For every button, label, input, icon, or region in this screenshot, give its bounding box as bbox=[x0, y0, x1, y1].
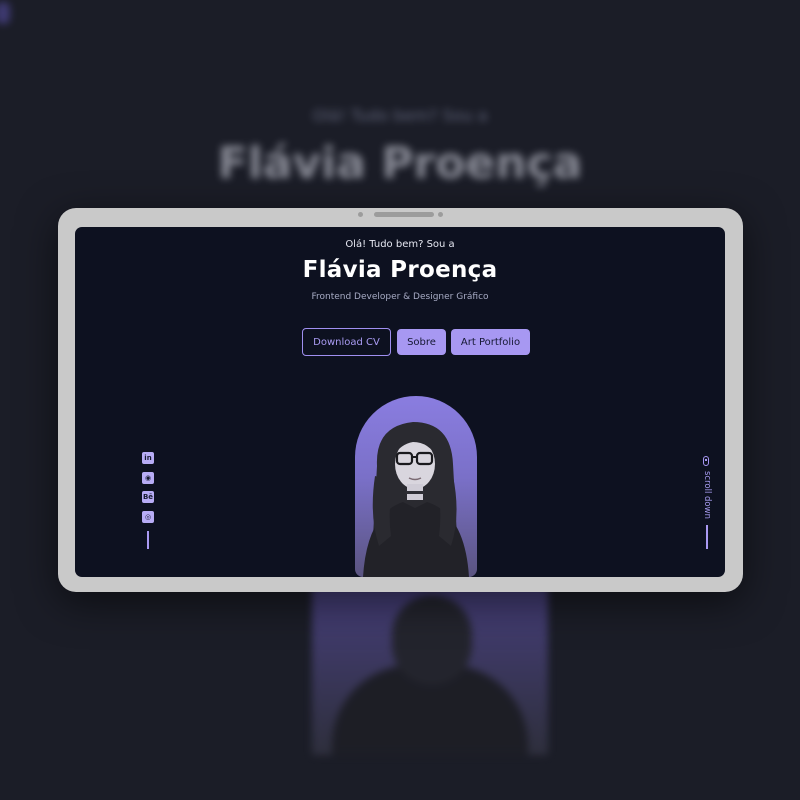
hero-name: Flávia Proença bbox=[302, 257, 498, 283]
speaker-grille bbox=[374, 212, 434, 217]
scroll-divider bbox=[706, 525, 708, 549]
sobre-button[interactable]: Sobre bbox=[397, 329, 446, 355]
camera-dot-icon bbox=[358, 212, 363, 217]
hero-greeting: Olá! Tudo bem? Sou a bbox=[345, 239, 455, 250]
social-divider bbox=[147, 531, 149, 549]
github-icon[interactable]: ◉ bbox=[142, 472, 154, 484]
instagram-icon[interactable]: ◎ bbox=[142, 511, 154, 523]
tablet-screen: Olá! Tudo bem? Sou a Flávia Proença Fron… bbox=[75, 227, 725, 577]
background-name: Flávia Proença bbox=[217, 138, 583, 189]
hero-role: Frontend Developer & Designer Gráfico bbox=[311, 292, 489, 302]
scroll-down-link[interactable]: scroll down bbox=[702, 457, 712, 533]
background-logo-icon bbox=[0, 2, 10, 24]
portrait-illustration bbox=[363, 422, 469, 577]
background-greeting: Olá! Tudo bem? Sou a bbox=[312, 106, 488, 125]
mockup-canvas: Olá! Tudo bem? Sou a Flávia Proença Olá!… bbox=[0, 0, 800, 800]
background-photo bbox=[312, 585, 548, 755]
art-portfolio-button[interactable]: Art Portfolio bbox=[451, 329, 530, 355]
download-cv-button[interactable]: Download CV bbox=[302, 328, 391, 356]
sensor-dot-icon bbox=[438, 212, 443, 217]
linkedin-icon[interactable]: in bbox=[142, 452, 154, 464]
behance-icon[interactable]: Bē bbox=[142, 491, 154, 503]
profile-photo bbox=[355, 396, 477, 577]
